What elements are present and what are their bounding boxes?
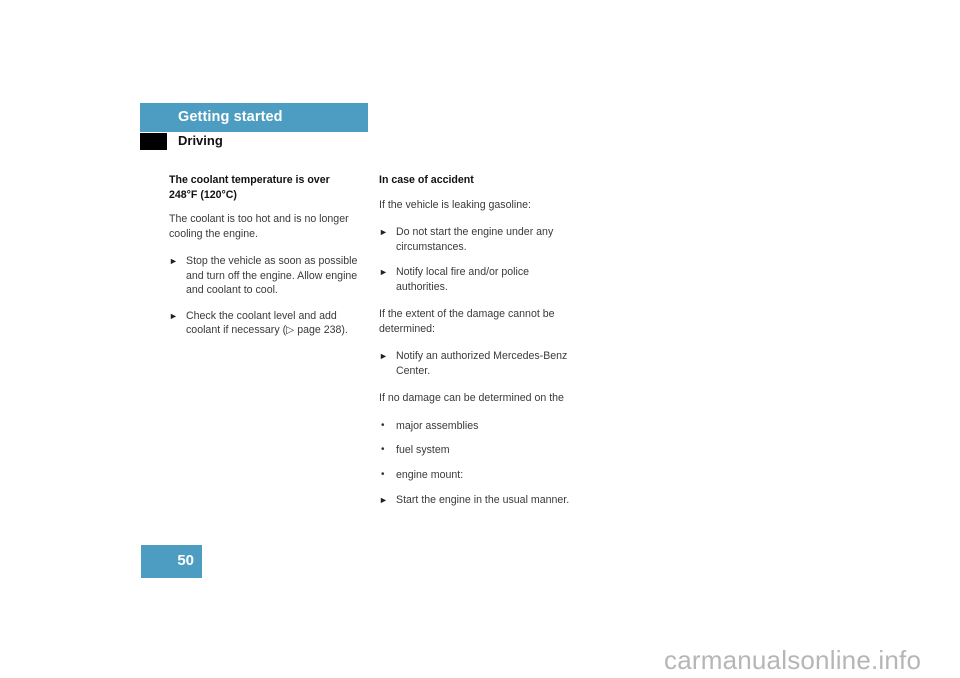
right-column-heading: In case of accident: [379, 174, 474, 186]
subsection-header: Driving: [140, 133, 368, 150]
list-item-text: engine mount:: [396, 468, 464, 481]
list-item: ► Notify an authorized Mercedes-Benz Cen…: [379, 349, 571, 378]
list-item-text: Notify an authorized Mercedes-Benz Cente…: [396, 350, 568, 377]
manual-page: Getting started Driving The coolant temp…: [0, 0, 960, 678]
section-title: Getting started: [178, 109, 283, 125]
right-text-column: In case of accident If the vehicle is le…: [379, 173, 571, 521]
left-column-heading: The coolant temperature is over 248°F (1…: [169, 174, 330, 201]
list-item-text: Start the engine in the usual manner.: [396, 494, 570, 506]
page-number-box: 50: [141, 545, 202, 578]
list-item: ► Start the engine in the usual manner.: [379, 493, 571, 508]
list-item: ► Do not start the engine under any circ…: [379, 225, 571, 254]
right-column-bullet-list-three: ► Start the engine in the usual manner.: [379, 493, 571, 508]
list-item-text: Stop the vehicle as soon as possible and…: [186, 255, 358, 296]
dot-bullet-icon: •: [381, 419, 385, 431]
right-column-bullet-list-one: ► Do not start the engine under any circ…: [379, 225, 571, 294]
list-item: • engine mount:: [379, 468, 571, 483]
list-item: • fuel system: [379, 443, 571, 458]
subsection-marker-block: [140, 133, 167, 150]
watermark: carmanualsonline.info: [664, 645, 922, 675]
section-header-bar: Getting started: [140, 103, 368, 132]
right-column-dot-list: • major assemblies • fuel system • engin…: [379, 419, 571, 483]
list-item: • major assemblies: [379, 419, 571, 434]
triangle-bullet-icon: ►: [169, 310, 178, 321]
triangle-bullet-icon: ►: [379, 495, 388, 505]
left-column-bullet-list: ► Stop the vehicle as soon as possible a…: [169, 254, 361, 338]
list-item-text: Notify local fire and/or police authorit…: [396, 266, 530, 293]
list-item: ► Stop the vehicle as soon as possible a…: [169, 254, 361, 298]
list-item: ► Check the coolant level and add coolan…: [169, 309, 361, 338]
triangle-bullet-icon: ►: [379, 267, 388, 277]
left-text-column: The coolant temperature is over 248°F (1…: [169, 173, 361, 351]
list-item-text: Do not start the engine under any circum…: [396, 226, 554, 253]
triangle-bullet-icon: ►: [169, 256, 178, 266]
right-column-paragraph-three: If no damage can be determined on the: [379, 392, 564, 404]
triangle-bullet-icon: ►: [379, 351, 388, 361]
list-item: ► Notify local fire and/or police author…: [379, 265, 571, 294]
left-column-intro-paragraph: The coolant is too hot and is no longer …: [169, 213, 349, 240]
triangle-bullet-icon: ►: [379, 227, 388, 237]
right-column-paragraph-two: If the extent of the damage cannot be de…: [379, 308, 555, 335]
page-number: 50: [177, 552, 194, 569]
right-column-bullet-list-two: ► Notify an authorized Mercedes-Benz Cen…: [379, 349, 571, 378]
list-item-text: major assemblies: [396, 419, 479, 432]
dot-bullet-icon: •: [381, 444, 385, 455]
list-item-text: Check the coolant level and add coolant …: [186, 309, 348, 337]
right-column-intro-paragraph: If the vehicle is leaking gasoline:: [379, 198, 531, 211]
dot-bullet-icon: •: [381, 468, 385, 480]
subsection-title: Driving: [178, 133, 223, 148]
list-item-text: fuel system: [396, 444, 450, 456]
